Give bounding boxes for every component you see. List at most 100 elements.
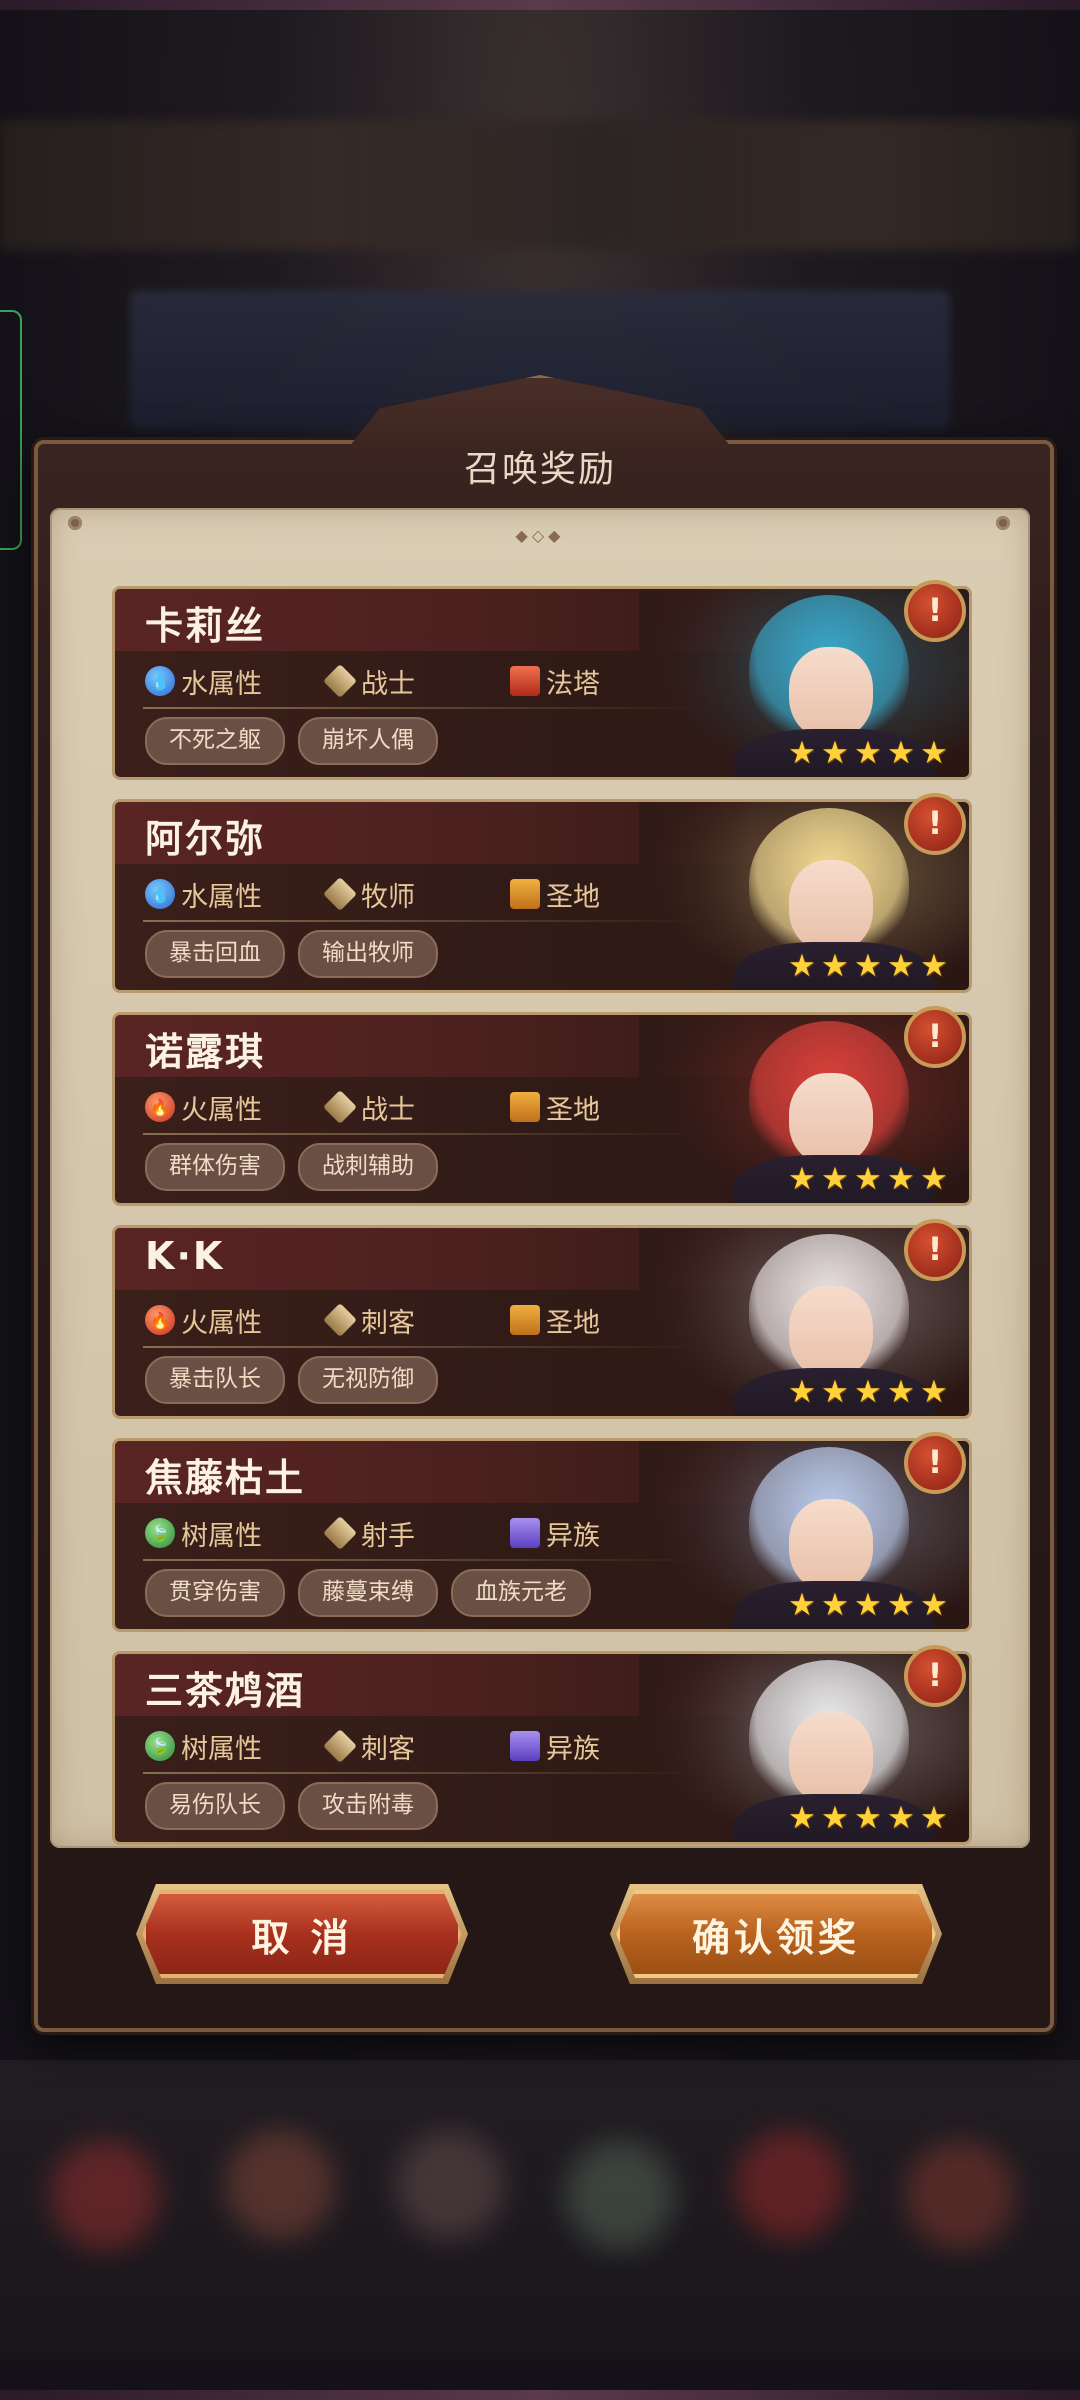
hero-name: 三茶鸩酒 — [145, 1669, 306, 1713]
hero-class-attribute: 牧师 — [323, 874, 415, 914]
water-icon: 💧 — [145, 879, 175, 909]
hero-star-rating: ★ ★ ★ ★ ★ — [788, 1377, 951, 1408]
star-icon: ★ — [788, 1800, 816, 1836]
alien-faction-icon — [510, 1518, 540, 1548]
star-icon: ★ — [821, 1800, 849, 1836]
wood-icon: 🍃 — [145, 1518, 175, 1548]
blurred-top-resource-bar — [0, 120, 1080, 250]
hero-faction-attribute: 异族 — [510, 1513, 600, 1553]
hero-card[interactable]: 阿尔弥 💧 水属性 牧师 圣地 暴击回血 输出牧师 ★ ★ ★ ★ ★ — [112, 799, 972, 993]
warrior-class-icon — [323, 664, 357, 698]
blurred-nav-icon — [50, 2140, 160, 2250]
hero-skill-tag: 藤蔓束缚 — [298, 1569, 438, 1617]
hero-info-alert-icon[interactable]: ! — [904, 1645, 966, 1707]
star-icon: ★ — [788, 735, 816, 771]
hero-element-label: 树属性 — [181, 1733, 262, 1765]
panel-rivet-right — [996, 516, 1010, 530]
wood-icon: 🍃 — [145, 1731, 175, 1761]
hero-class-label: 射手 — [361, 1520, 415, 1552]
hero-card[interactable]: 三茶鸩酒 🍃 树属性 刺客 异族 易伤队长 攻击附毒 ★ ★ ★ ★ ★ — [112, 1651, 972, 1845]
blurred-nav-icon — [905, 2140, 1015, 2250]
star-icon: ★ — [821, 735, 849, 771]
hero-faction-attribute: 异族 — [510, 1726, 600, 1766]
assassin-class-icon — [323, 1303, 357, 1337]
hero-info-alert-icon[interactable]: ! — [904, 1219, 966, 1281]
hero-info-alert-icon[interactable]: ! — [904, 580, 966, 642]
star-icon: ★ — [887, 1374, 915, 1410]
hero-element-attribute: 💧 水属性 — [145, 661, 262, 701]
fata-faction-icon — [510, 666, 540, 696]
hero-element-label: 火属性 — [181, 1307, 262, 1339]
alien-faction-icon — [510, 1731, 540, 1761]
hero-name: K·K — [145, 1234, 225, 1278]
hero-skill-tag: 输出牧师 — [298, 930, 438, 978]
hero-faction-label: 异族 — [546, 1520, 600, 1552]
panel-ornament: ◆◇◆ — [515, 526, 565, 545]
star-icon: ★ — [920, 735, 948, 771]
hero-element-label: 水属性 — [181, 881, 262, 913]
star-icon: ★ — [821, 1587, 849, 1623]
card-divider — [143, 1559, 703, 1561]
hero-card[interactable]: 诺露琪 🔥 火属性 战士 圣地 群体伤害 战刺辅助 ★ ★ ★ ★ ★ — [112, 1012, 972, 1206]
star-icon: ★ — [854, 1374, 882, 1410]
fire-icon: 🔥 — [145, 1092, 175, 1122]
hero-class-attribute: 刺客 — [323, 1300, 415, 1340]
bottom-edge-bar — [0, 2390, 1080, 2400]
hero-element-label: 树属性 — [181, 1520, 262, 1552]
star-icon: ★ — [854, 735, 882, 771]
star-icon: ★ — [920, 1374, 948, 1410]
hero-info-alert-icon[interactable]: ! — [904, 1006, 966, 1068]
hero-class-label: 战士 — [361, 1094, 415, 1126]
hero-class-label: 刺客 — [361, 1307, 415, 1339]
blurred-nav-icon — [225, 2130, 335, 2240]
star-icon: ★ — [788, 948, 816, 984]
hero-class-attribute: 射手 — [323, 1513, 415, 1553]
hero-class-attribute: 战士 — [323, 1087, 415, 1127]
hero-name: 焦藤枯土 — [145, 1456, 306, 1500]
holy-land-faction-icon — [510, 1305, 540, 1335]
hero-skill-tag: 易伤队长 — [145, 1782, 285, 1830]
hero-element-attribute: 🍃 树属性 — [145, 1726, 262, 1766]
blurred-nav-icon — [565, 2140, 675, 2250]
confirm-claim-button[interactable]: 确认领奖 — [616, 1890, 936, 1978]
hero-class-label: 战士 — [361, 668, 415, 700]
star-icon: ★ — [788, 1161, 816, 1197]
hero-skill-tag: 战刺辅助 — [298, 1143, 438, 1191]
hero-star-rating: ★ ★ ★ ★ ★ — [788, 1590, 951, 1621]
hero-card[interactable]: K·K 🔥 火属性 刺客 圣地 暴击队长 无视防御 ★ ★ ★ ★ ★ — [112, 1225, 972, 1419]
hero-star-rating: ★ ★ ★ ★ ★ — [788, 951, 951, 982]
star-icon: ★ — [887, 1161, 915, 1197]
hero-class-attribute: 战士 — [323, 661, 415, 701]
star-icon: ★ — [854, 948, 882, 984]
star-icon: ★ — [887, 1587, 915, 1623]
hero-element-label: 火属性 — [181, 1094, 262, 1126]
panel-rivet-left — [68, 516, 82, 530]
star-icon: ★ — [920, 1161, 948, 1197]
star-icon: ★ — [887, 735, 915, 771]
hero-skill-tag: 不死之躯 — [145, 717, 285, 765]
hero-skill-tag: 群体伤害 — [145, 1143, 285, 1191]
star-icon: ★ — [788, 1587, 816, 1623]
hero-card[interactable]: 焦藤枯土 🍃 树属性 射手 异族 贯穿伤害 藤蔓束缚 血族元老 ★ ★ ★ ★ ★ — [112, 1438, 972, 1632]
star-icon: ★ — [821, 1374, 849, 1410]
hero-element-label: 水属性 — [181, 668, 262, 700]
cancel-button[interactable]: 取 消 — [142, 1890, 462, 1978]
hero-class-attribute: 刺客 — [323, 1726, 415, 1766]
card-divider — [143, 707, 703, 709]
star-icon: ★ — [821, 1161, 849, 1197]
hero-faction-label: 圣地 — [546, 1094, 600, 1126]
hero-star-rating: ★ ★ ★ ★ ★ — [788, 1164, 951, 1195]
hero-faction-attribute: 圣地 — [510, 1087, 600, 1127]
hero-element-attribute: 🔥 火属性 — [145, 1087, 262, 1127]
hero-skill-tag: 崩坏人偶 — [298, 717, 438, 765]
hero-faction-attribute: 圣地 — [510, 1300, 600, 1340]
hero-info-alert-icon[interactable]: ! — [904, 1432, 966, 1494]
star-icon: ★ — [854, 1161, 882, 1197]
blurred-nav-icon — [395, 2130, 505, 2240]
card-divider — [143, 1133, 703, 1135]
hero-element-attribute: 💧 水属性 — [145, 874, 262, 914]
hero-star-rating: ★ ★ ★ ★ ★ — [788, 738, 951, 769]
star-icon: ★ — [887, 1800, 915, 1836]
hero-card[interactable]: 卡莉丝 💧 水属性 战士 法塔 不死之躯 崩坏人偶 ★ ★ ★ ★ ★ — [112, 586, 972, 780]
hero-info-alert-icon[interactable]: ! — [904, 793, 966, 855]
